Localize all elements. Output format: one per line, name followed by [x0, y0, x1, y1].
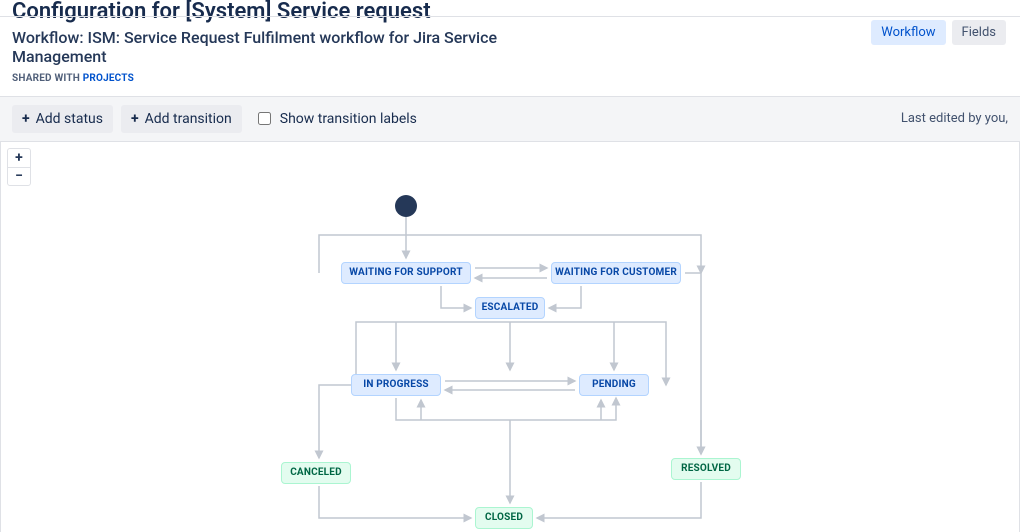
add-status-label: Add status [36, 111, 103, 127]
status-canceled[interactable]: CANCELED [281, 462, 351, 484]
last-edited-text: Last edited by you, [901, 111, 1008, 126]
status-resolved[interactable]: RESOLVED [671, 458, 741, 480]
tab-fields[interactable]: Fields [952, 20, 1006, 45]
transition-lines [1, 142, 1020, 532]
view-mode-toggle: Workflow Fields [871, 20, 1006, 45]
show-transition-labels-label: Show transition labels [280, 111, 417, 127]
start-node[interactable] [395, 195, 417, 217]
shared-prefix: SHARED WITH [12, 73, 83, 84]
status-escalated[interactable]: ESCALATED [475, 297, 545, 319]
workflow-name: Workflow: ISM: Service Request Fulfilmen… [12, 28, 532, 66]
add-transition-button[interactable]: + Add transition [121, 105, 242, 133]
add-transition-label: Add transition [145, 111, 232, 127]
status-closed[interactable]: CLOSED [475, 507, 533, 529]
show-transition-labels-checkbox[interactable] [258, 112, 271, 125]
shared-projects-link[interactable]: PROJECTS [83, 73, 134, 84]
show-transition-labels-toggle[interactable]: Show transition labels [254, 109, 417, 128]
tab-workflow[interactable]: Workflow [871, 20, 945, 45]
divider [0, 16, 1020, 17]
workflow-canvas[interactable]: + − [0, 142, 1020, 532]
workflow-toolbar: + Add status + Add transition Show trans… [0, 96, 1020, 142]
plus-icon: + [131, 111, 139, 127]
plus-icon: + [22, 111, 30, 127]
page-title: Configuration for [System] Service reque… [12, 0, 1008, 24]
status-waiting-for-customer[interactable]: WAITING FOR CUSTOMER [551, 262, 681, 284]
status-pending[interactable]: PENDING [579, 374, 649, 396]
status-waiting-for-support[interactable]: WAITING FOR SUPPORT [341, 262, 471, 284]
add-status-button[interactable]: + Add status [12, 105, 113, 133]
status-in-progress[interactable]: IN PROGRESS [351, 374, 441, 396]
shared-with: SHARED WITH PROJECTS [12, 73, 1008, 84]
